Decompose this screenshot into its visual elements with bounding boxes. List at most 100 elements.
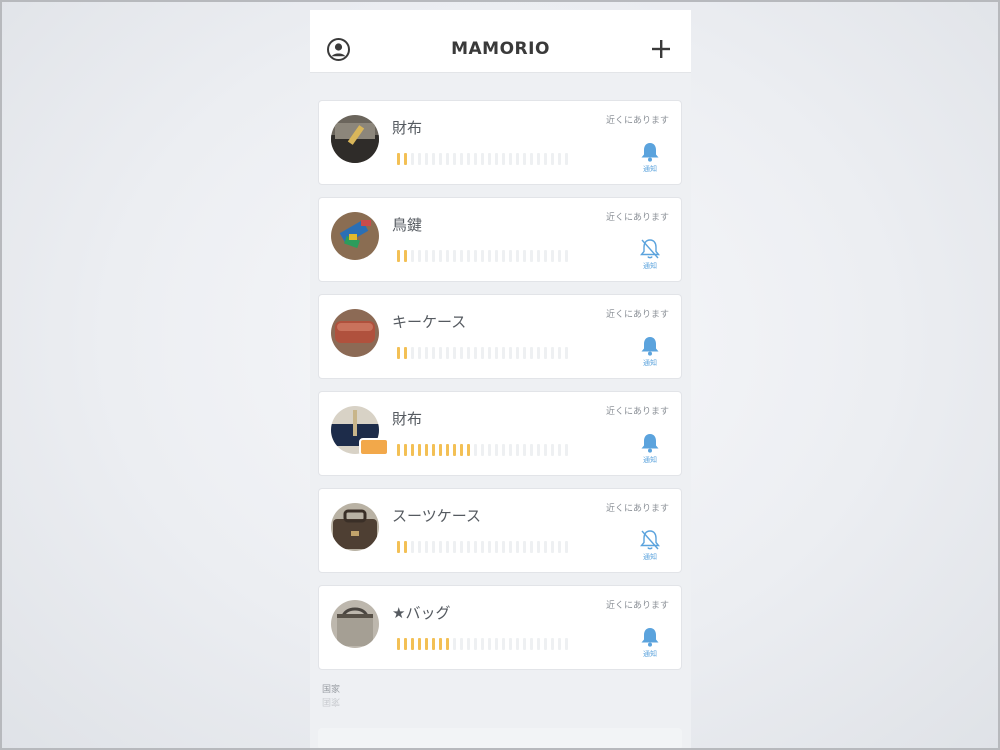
signal-segment bbox=[488, 541, 491, 553]
notify-toggle[interactable]: 通知 bbox=[637, 432, 663, 465]
item-status: 近くにあります bbox=[605, 116, 669, 126]
notify-label: 通知 bbox=[643, 553, 657, 561]
bell-icon bbox=[641, 434, 659, 453]
signal-segment bbox=[397, 250, 400, 262]
signal-segment bbox=[502, 153, 505, 165]
signal-segment bbox=[467, 444, 470, 456]
signal-segment bbox=[425, 347, 428, 359]
signal-segment bbox=[502, 250, 505, 262]
item-card[interactable]: 財布 近くにあります 通知 bbox=[318, 100, 682, 185]
bell-icon bbox=[641, 337, 659, 356]
notify-toggle[interactable]: 通知 bbox=[637, 238, 663, 271]
signal-segment bbox=[481, 541, 484, 553]
notify-label: 通知 bbox=[643, 359, 657, 367]
signal-segment bbox=[544, 638, 547, 650]
signal-segment bbox=[523, 541, 526, 553]
item-name: スーツケース bbox=[392, 507, 481, 525]
footer-text: 国家 bbox=[322, 685, 341, 695]
signal-segment bbox=[523, 444, 526, 456]
signal-segment bbox=[565, 638, 568, 650]
signal-segment bbox=[411, 250, 414, 262]
signal-segment bbox=[565, 444, 568, 456]
signal-segment bbox=[453, 541, 456, 553]
signal-segment bbox=[453, 444, 456, 456]
signal-segment bbox=[397, 444, 400, 456]
signal-segment bbox=[418, 541, 421, 553]
item-photo bbox=[331, 212, 379, 260]
signal-segment bbox=[502, 347, 505, 359]
signal-segment bbox=[530, 250, 533, 262]
signal-segment bbox=[404, 250, 407, 262]
item-card[interactable]: ★バッグ 近くにあります 通知 bbox=[318, 585, 682, 670]
signal-segment bbox=[523, 638, 526, 650]
notify-toggle[interactable]: 通知 bbox=[637, 335, 663, 368]
item-status: 近くにあります bbox=[605, 407, 669, 417]
signal-segment bbox=[523, 347, 526, 359]
signal-segment bbox=[495, 153, 498, 165]
signal-segment bbox=[404, 541, 407, 553]
notify-toggle[interactable]: 通知 bbox=[637, 529, 663, 562]
signal-segment bbox=[516, 444, 519, 456]
signal-segment bbox=[467, 347, 470, 359]
item-photo bbox=[331, 503, 379, 551]
signal-segment bbox=[425, 444, 428, 456]
signal-segment bbox=[460, 347, 463, 359]
item-card[interactable]: スーツケース 近くにあります通知 bbox=[318, 488, 682, 573]
item-status: 近くにあります bbox=[605, 504, 669, 514]
signal-segment bbox=[404, 444, 407, 456]
signal-segment bbox=[446, 250, 449, 262]
signal-segment bbox=[516, 541, 519, 553]
signal-segment bbox=[481, 638, 484, 650]
app-screen: MAMORIO 財布 近くにあります 通知 鳥鍵 近くにあります 通知 キーケース 近くにあり… bbox=[310, 10, 691, 750]
footer-text-reflection: 国家 bbox=[322, 696, 341, 706]
notify-label: 通知 bbox=[643, 456, 657, 464]
signal-segment bbox=[509, 444, 512, 456]
signal-segment bbox=[530, 347, 533, 359]
signal-segment bbox=[481, 250, 484, 262]
signal-segment bbox=[439, 347, 442, 359]
signal-segment bbox=[481, 347, 484, 359]
signal-segment bbox=[551, 347, 554, 359]
notify-toggle[interactable]: 通知 bbox=[637, 626, 663, 659]
signal-segment bbox=[397, 541, 400, 553]
signal-segment bbox=[404, 638, 407, 650]
signal-segment bbox=[432, 347, 435, 359]
signal-segment bbox=[446, 153, 449, 165]
notify-label: 通知 bbox=[643, 262, 657, 270]
signal-meter bbox=[397, 250, 568, 262]
item-card[interactable]: 財布 近くにあります 通知 bbox=[318, 391, 682, 476]
signal-segment bbox=[432, 638, 435, 650]
item-card[interactable]: キーケース 近くにあります 通知 bbox=[318, 294, 682, 379]
signal-segment bbox=[516, 153, 519, 165]
signal-meter bbox=[397, 347, 568, 359]
signal-segment bbox=[495, 541, 498, 553]
item-photo bbox=[331, 600, 379, 648]
signal-segment bbox=[439, 638, 442, 650]
signal-segment bbox=[474, 347, 477, 359]
signal-segment bbox=[558, 250, 561, 262]
signal-segment bbox=[418, 153, 421, 165]
notify-toggle[interactable]: 通知 bbox=[637, 141, 663, 174]
item-card[interactable]: 鳥鍵 近くにあります 通知 bbox=[318, 197, 682, 282]
signal-segment bbox=[544, 153, 547, 165]
signal-segment bbox=[425, 541, 428, 553]
signal-segment bbox=[411, 347, 414, 359]
signal-segment bbox=[530, 153, 533, 165]
signal-segment bbox=[537, 153, 540, 165]
signal-segment bbox=[404, 347, 407, 359]
signal-segment bbox=[446, 541, 449, 553]
signal-segment bbox=[425, 638, 428, 650]
signal-segment bbox=[418, 347, 421, 359]
signal-segment bbox=[558, 444, 561, 456]
signal-segment bbox=[397, 153, 400, 165]
signal-meter bbox=[397, 444, 568, 456]
signal-segment bbox=[516, 347, 519, 359]
signal-segment bbox=[509, 541, 512, 553]
signal-segment bbox=[460, 541, 463, 553]
signal-segment bbox=[537, 250, 540, 262]
signal-segment bbox=[460, 153, 463, 165]
bell-off-icon bbox=[640, 530, 660, 550]
signal-segment bbox=[460, 638, 463, 650]
add-item-button[interactable] bbox=[651, 39, 671, 59]
signal-segment bbox=[565, 541, 568, 553]
